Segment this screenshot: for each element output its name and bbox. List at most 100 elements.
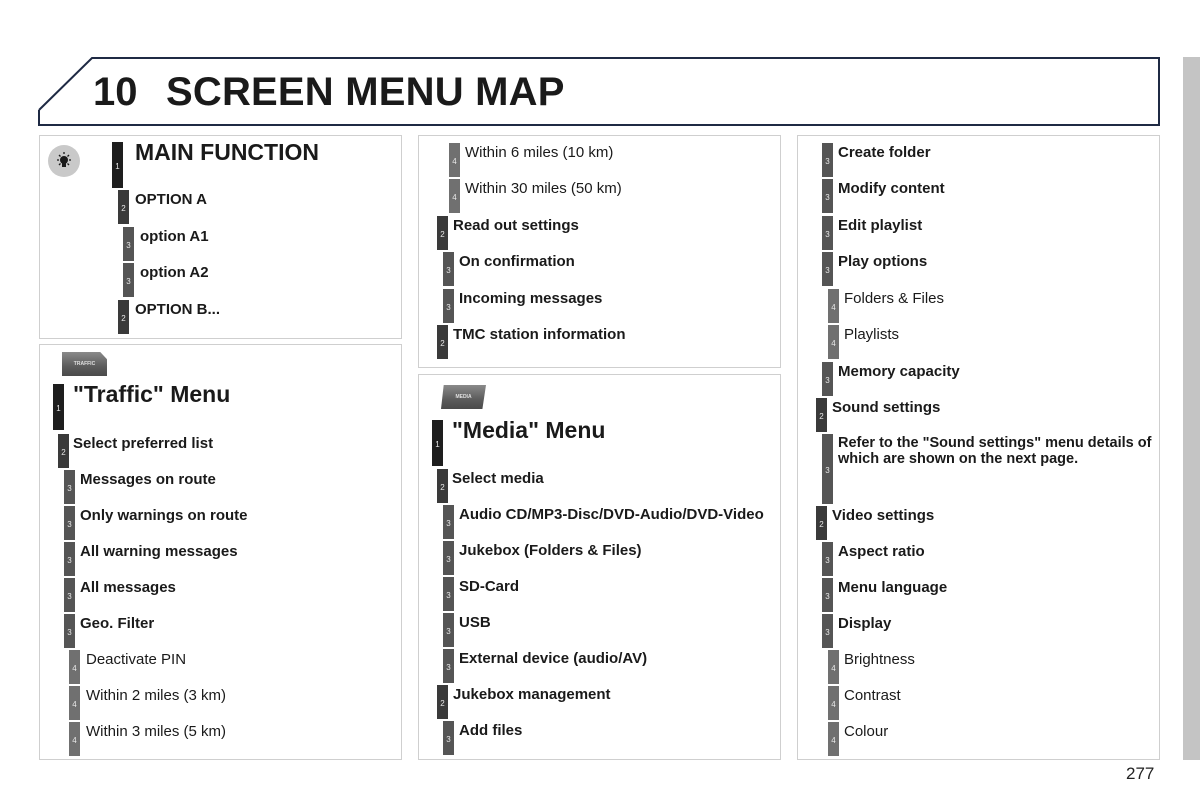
item-label: All warning messages [80, 543, 238, 560]
level-marker: 3 [822, 434, 833, 504]
item-label: "Media" Menu [452, 417, 606, 443]
item-label: Incoming messages [459, 290, 603, 307]
item-label: Colour [844, 723, 889, 740]
level-marker: 3 [822, 252, 833, 286]
level-marker: 3 [822, 542, 833, 576]
item-label: Aspect ratio [838, 543, 925, 560]
item-label: Menu language [838, 579, 948, 596]
traffic-button-icon: TRAFFIC [62, 352, 107, 376]
item-label: "Traffic" Menu [73, 381, 231, 407]
level-marker: 3 [822, 614, 833, 648]
chapter-side-tab [1183, 57, 1200, 760]
item-label: Select preferred list [73, 435, 214, 452]
item-label: Edit playlist [838, 217, 923, 234]
item-label: Deactivate PIN [86, 651, 187, 668]
item-label: Jukebox management [453, 686, 611, 703]
level-marker: 1 [432, 420, 443, 466]
level-marker: 3 [64, 542, 75, 576]
level-marker: 4 [449, 143, 460, 177]
level-marker: 3 [443, 541, 454, 575]
item-label: option A1 [140, 228, 209, 245]
level-marker: 3 [443, 289, 454, 323]
item-label: Brightness [844, 651, 915, 668]
level-marker: 3 [64, 506, 75, 540]
item-label: Video settings [832, 507, 935, 524]
level-marker: 2 [118, 300, 129, 334]
level-marker: 4 [828, 722, 839, 756]
item-label: Messages on route [80, 471, 216, 488]
item-label: Only warnings on route [80, 507, 248, 524]
level-marker: 3 [822, 362, 833, 396]
level-marker: 3 [64, 470, 75, 504]
level-marker: 3 [64, 614, 75, 648]
level-marker: 4 [69, 686, 80, 720]
item-label: Read out settings [453, 217, 579, 234]
level-marker: 1 [53, 384, 64, 430]
level-marker: 2 [437, 469, 448, 503]
level-marker: 3 [123, 263, 134, 297]
level-marker: 3 [443, 577, 454, 611]
item-label: Modify content [838, 180, 945, 197]
item-label: Playlists [844, 326, 900, 343]
level-marker: 3 [443, 252, 454, 286]
chapter-number: 10 [93, 70, 138, 114]
level-marker: 2 [437, 685, 448, 719]
level-marker: 2 [437, 325, 448, 359]
lightbulb-icon [48, 145, 80, 177]
legend-panel [39, 135, 402, 339]
level-marker: 4 [828, 650, 839, 684]
level-marker: 3 [443, 649, 454, 683]
item-label: Sound settings [832, 399, 941, 416]
level-marker: 2 [816, 506, 827, 540]
item-label: OPTION A [135, 191, 207, 208]
item-label: MAIN FUNCTION [135, 139, 319, 165]
level-marker: 4 [69, 650, 80, 684]
page-title: SCREEN MENU MAP [166, 70, 565, 114]
item-label: Within 2 miles (3 km) [86, 687, 227, 704]
item-label: Play options [838, 253, 928, 270]
level-marker: 4 [828, 686, 839, 720]
item-label: External device (audio/AV) [459, 650, 648, 667]
level-marker: 3 [822, 143, 833, 177]
level-marker: 4 [69, 722, 80, 756]
level-marker: 2 [118, 190, 129, 224]
level-marker: 3 [443, 505, 454, 539]
item-label: TMC station information [453, 326, 626, 343]
level-marker: 3 [64, 578, 75, 612]
level-marker: 2 [816, 398, 827, 432]
item-label: Within 3 miles (5 km) [86, 723, 227, 740]
item-label: Memory capacity [838, 363, 960, 380]
level-marker: 3 [822, 216, 833, 250]
item-label: Display [838, 615, 892, 632]
item-label: Within 6 miles (10 km) [465, 144, 614, 161]
level-marker: 3 [822, 578, 833, 612]
level-marker: 2 [437, 216, 448, 250]
item-label: All messages [80, 579, 176, 596]
level-marker: 3 [822, 179, 833, 213]
item-label: Within 30 miles (50 km) [465, 180, 622, 197]
item-label: Audio CD/MP3-Disc/DVD-Audio/DVD-Video [459, 506, 764, 523]
item-label: On confirmation [459, 253, 575, 270]
level-marker: 4 [828, 289, 839, 323]
item-label: Refer to the "Sound settings" menu detai… [838, 435, 1152, 467]
level-marker: 3 [123, 227, 134, 261]
item-label: USB [459, 614, 491, 631]
item-label: SD-Card [459, 578, 520, 595]
level-marker: 3 [443, 613, 454, 647]
item-label: Add files [459, 722, 523, 739]
page-number: 277 [1126, 764, 1155, 783]
item-label: Geo. Filter [80, 615, 155, 632]
item-label: option A2 [140, 264, 209, 281]
item-label: Folders & Files [844, 290, 945, 307]
item-label: Select media [452, 470, 544, 487]
item-label: Jukebox (Folders & Files) [459, 542, 642, 559]
item-label: Contrast [844, 687, 901, 704]
level-marker: 4 [449, 179, 460, 213]
item-label: OPTION B... [135, 301, 221, 318]
level-marker: 3 [443, 721, 454, 755]
level-marker: 2 [58, 434, 69, 468]
level-marker: 1 [112, 142, 123, 188]
level-marker: 4 [828, 325, 839, 359]
item-label: Create folder [838, 144, 931, 161]
media-button-icon: MEDIA [441, 385, 486, 409]
